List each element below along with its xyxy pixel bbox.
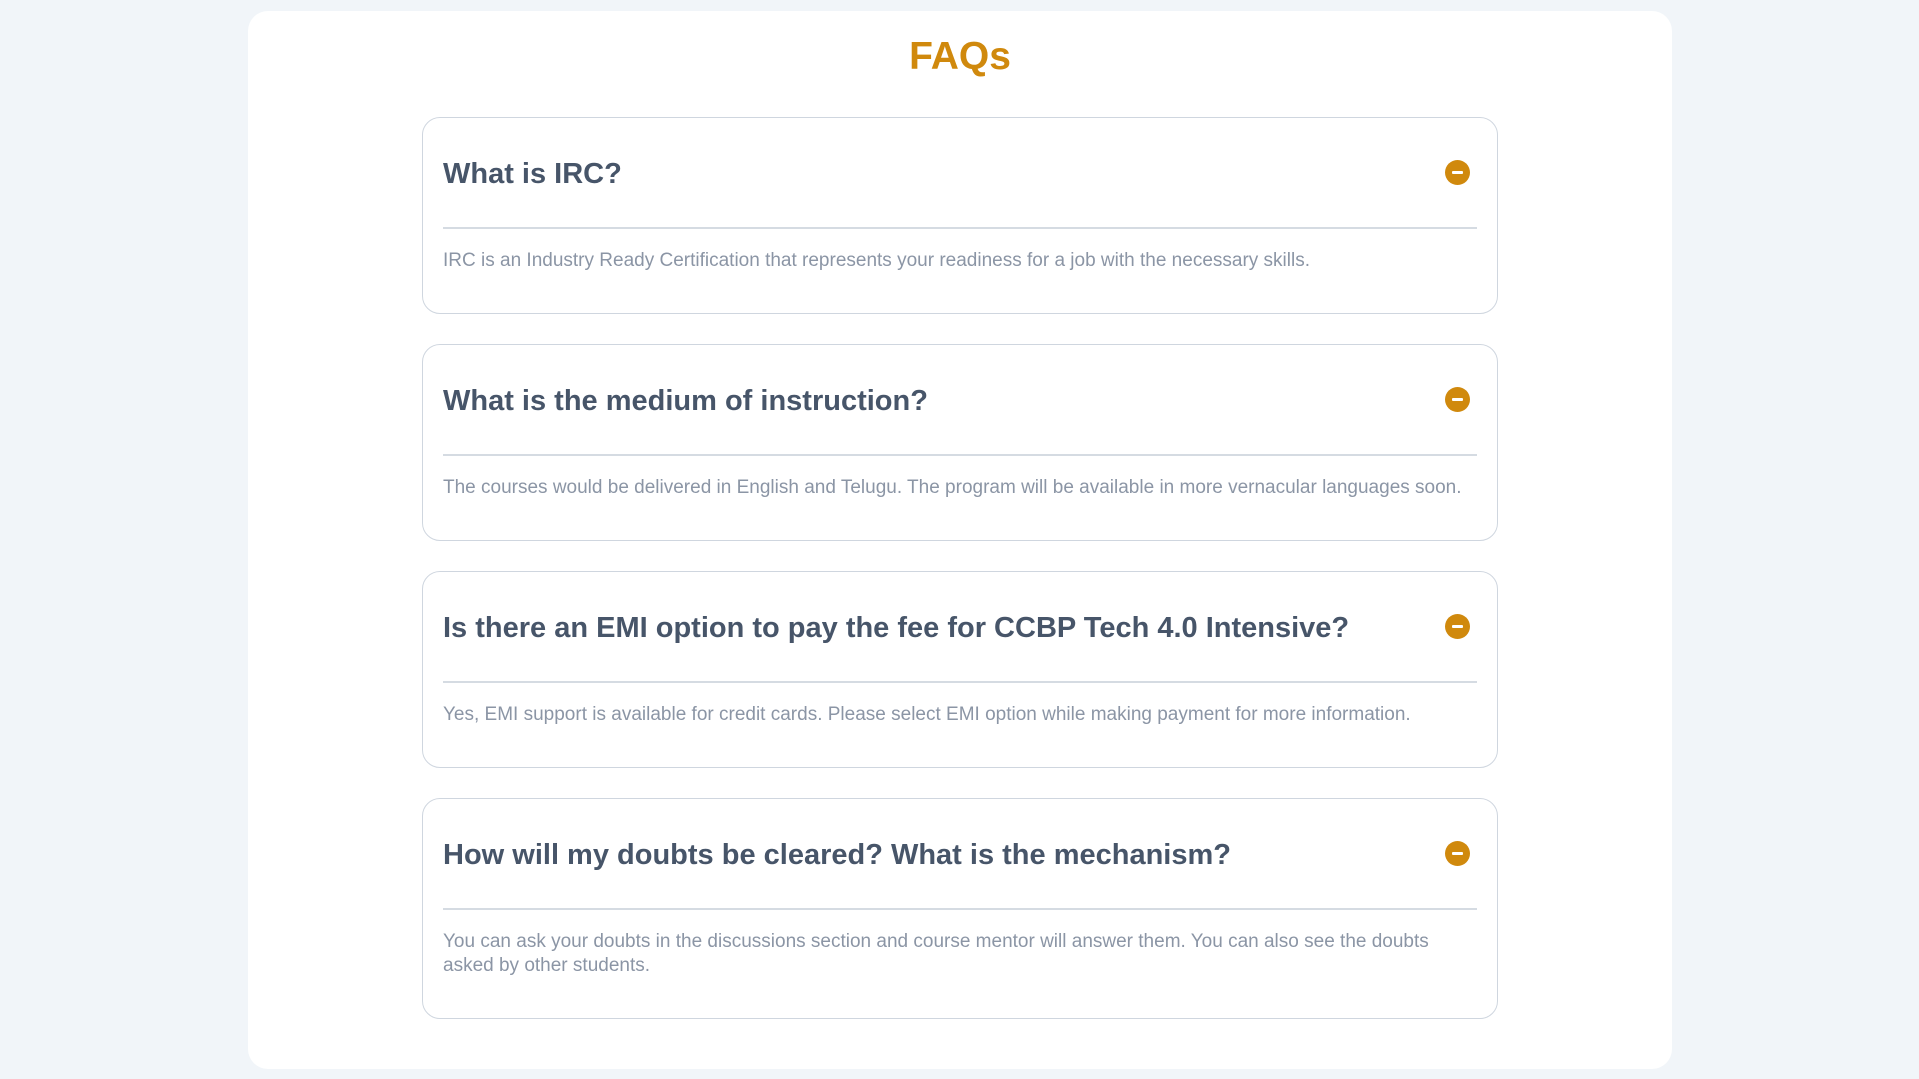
faq-list: What is IRC? IRC is an Industry Ready Ce… — [422, 117, 1498, 1049]
faq-question: How will my doubts be cleared? What is t… — [443, 838, 1231, 871]
minus-circle-icon[interactable] — [1445, 614, 1470, 639]
minus-circle-icon[interactable] — [1445, 841, 1470, 866]
faq-question-row[interactable]: Is there an EMI option to pay the fee fo… — [443, 572, 1477, 683]
page-title: FAQs — [909, 35, 1011, 78]
faq-item-doubts: How will my doubts be cleared? What is t… — [422, 798, 1498, 1019]
minus-circle-icon[interactable] — [1445, 160, 1470, 185]
faq-question-row[interactable]: What is the medium of instruction? — [443, 345, 1477, 456]
faq-question: What is the medium of instruction? — [443, 384, 928, 417]
faq-item-irc: What is IRC? IRC is an Industry Ready Ce… — [422, 117, 1498, 314]
faq-question: What is IRC? — [443, 157, 622, 190]
faq-panel: FAQs What is IRC? IRC is an Industry Rea… — [248, 11, 1672, 1069]
faq-item-medium: What is the medium of instruction? The c… — [422, 344, 1498, 541]
minus-circle-icon[interactable] — [1445, 387, 1470, 412]
faq-answer: IRC is an Industry Ready Certification t… — [443, 250, 1310, 271]
faq-answer: Yes, EMI support is available for credit… — [443, 704, 1411, 725]
faq-item-emi: Is there an EMI option to pay the fee fo… — [422, 571, 1498, 768]
faq-question: Is there an EMI option to pay the fee fo… — [443, 611, 1350, 644]
faq-answer: You can ask your doubts in the discussio… — [443, 931, 1429, 976]
faq-question-row[interactable]: What is IRC? — [443, 118, 1477, 229]
faq-question-row[interactable]: How will my doubts be cleared? What is t… — [443, 799, 1477, 910]
faq-answer: The courses would be delivered in Englis… — [443, 477, 1462, 498]
